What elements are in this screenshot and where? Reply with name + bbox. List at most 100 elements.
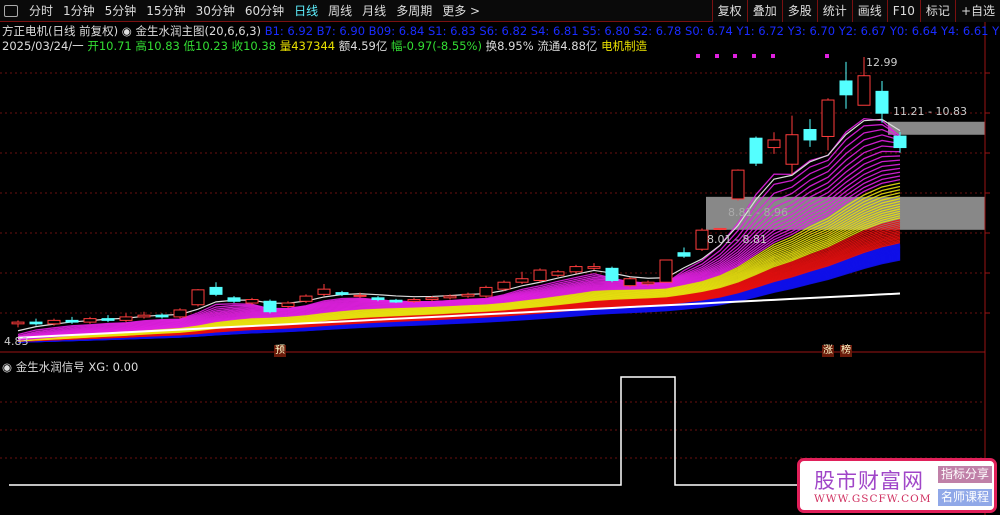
signal-dot: [696, 54, 700, 58]
ma-band-line: [17, 252, 901, 343]
candle-body: [749, 137, 763, 164]
sector[interactable]: 电机制造: [601, 39, 647, 53]
baseline-line: [17, 292, 901, 339]
period-tab[interactable]: 更多 >: [437, 2, 485, 19]
limit-up-tag[interactable]: 涨: [822, 345, 834, 357]
high-label: 高: [135, 39, 147, 53]
ma-band-line: [17, 237, 901, 342]
ma-band-line: [17, 243, 901, 343]
ma-band-line: [17, 240, 901, 342]
dropdown-icon[interactable]: ◉: [122, 24, 132, 38]
low-price-label: 4.83: [4, 335, 29, 348]
candle-body: [767, 139, 781, 149]
tool-button[interactable]: +自选: [954, 0, 1000, 22]
candle-body: [209, 286, 223, 295]
candle-body: [245, 299, 259, 304]
ma-band-line: [17, 208, 901, 342]
dropdown-icon[interactable]: ◉: [2, 360, 12, 374]
price-chart[interactable]: [0, 0, 1000, 515]
indicator-name[interactable]: 金生水润主图(20,6,6,3): [136, 24, 262, 38]
low-value: 10.23: [195, 39, 228, 53]
open-value: 10.71: [98, 39, 132, 53]
logo-badge-course: 名师课程: [938, 489, 992, 506]
period-tab[interactable]: 15分钟: [141, 2, 190, 19]
ma-band-line: [17, 117, 901, 336]
close-label: 收: [231, 39, 244, 53]
sub-indicator-name[interactable]: 金生水润信号: [16, 360, 85, 374]
candle-body: [47, 319, 61, 325]
ma-band-line: [17, 212, 901, 342]
period-tab[interactable]: 1分钟: [58, 2, 100, 19]
xg-signal-line: [9, 376, 909, 486]
ma-band-line: [17, 256, 901, 343]
ma-band-line: [17, 248, 901, 343]
candle-body: [677, 252, 691, 257]
ma-band-line: [17, 210, 901, 342]
high-value: 10.83: [146, 39, 180, 53]
candle-body: [821, 99, 835, 137]
ma-band-line: [17, 250, 901, 343]
ma-band-line: [17, 236, 901, 342]
candle-body: [875, 90, 889, 114]
quote-date: 2025/03/24/一: [2, 39, 84, 53]
tool-button[interactable]: 画线: [851, 0, 887, 22]
period-tab[interactable]: 60分钟: [240, 2, 289, 19]
open-label: 开: [87, 39, 99, 53]
ma-band-line: [17, 179, 901, 341]
candle-body: [893, 135, 907, 149]
ma-band-line: [17, 134, 901, 339]
amount: 额4.59亿: [338, 39, 388, 53]
change-label: 幅: [391, 39, 403, 53]
period-tab[interactable]: 分时: [24, 2, 58, 19]
tool-button[interactable]: 统计: [816, 0, 852, 22]
candle-body: [569, 266, 583, 273]
candle-body: [173, 309, 187, 318]
candle-body: [803, 129, 817, 141]
candle-body: [83, 318, 97, 323]
ma-band-line: [17, 155, 901, 340]
zone-label-1: 8.81 - 8.96: [728, 206, 788, 219]
tool-button[interactable]: 复权: [711, 0, 747, 22]
forecast-tag[interactable]: 预: [274, 345, 286, 357]
tool-button[interactable]: 标记: [919, 0, 955, 22]
period-tab[interactable]: 5分钟: [100, 2, 142, 19]
candle-body: [659, 259, 673, 283]
period-tab[interactable]: 日线: [289, 2, 323, 19]
ma-band-line: [17, 251, 901, 343]
period-tab[interactable]: 周线: [323, 2, 357, 19]
tool-button[interactable]: 多股: [781, 0, 817, 22]
zone-label-2: 8.01 - 8.81: [707, 233, 767, 246]
sub-indicator-value: XG: 0.00: [88, 360, 139, 374]
ma-band-line: [17, 200, 901, 342]
panel-toggle-icon[interactable]: [4, 4, 18, 17]
candle-body: [29, 321, 43, 325]
candle-body: [317, 288, 331, 295]
zone-label-3: 11.21 - 10.83: [893, 105, 967, 118]
candle-body: [839, 80, 853, 96]
signal-dot: [752, 54, 756, 58]
candle-body: [227, 297, 241, 302]
period-tab[interactable]: 多周期: [391, 2, 437, 19]
logo-name: 股市财富网: [814, 469, 924, 493]
tool-button[interactable]: F10: [886, 0, 920, 22]
signal-dot: [771, 54, 775, 58]
candle-body: [101, 318, 115, 321]
period-tab[interactable]: 月线: [357, 2, 391, 19]
ma-band-line: [17, 255, 901, 343]
ma-band-line: [17, 257, 901, 343]
ma-band-line: [17, 254, 901, 343]
list-tag[interactable]: 榜: [840, 345, 852, 357]
ma-band-line: [17, 203, 901, 342]
period-tab[interactable]: 30分钟: [191, 2, 240, 19]
candle-body: [335, 292, 349, 295]
ma-band-line: [17, 253, 901, 343]
ma-band-line: [17, 171, 901, 341]
candle-body: [443, 295, 457, 299]
low-label: 低: [183, 39, 196, 53]
candle-body: [371, 297, 385, 301]
candle-body: [497, 281, 511, 290]
change-value: -0.97(-8.55%): [402, 39, 482, 53]
ma-band-line: [17, 242, 901, 343]
tool-button[interactable]: 叠加: [746, 0, 782, 22]
ma-band-line: [17, 249, 901, 343]
